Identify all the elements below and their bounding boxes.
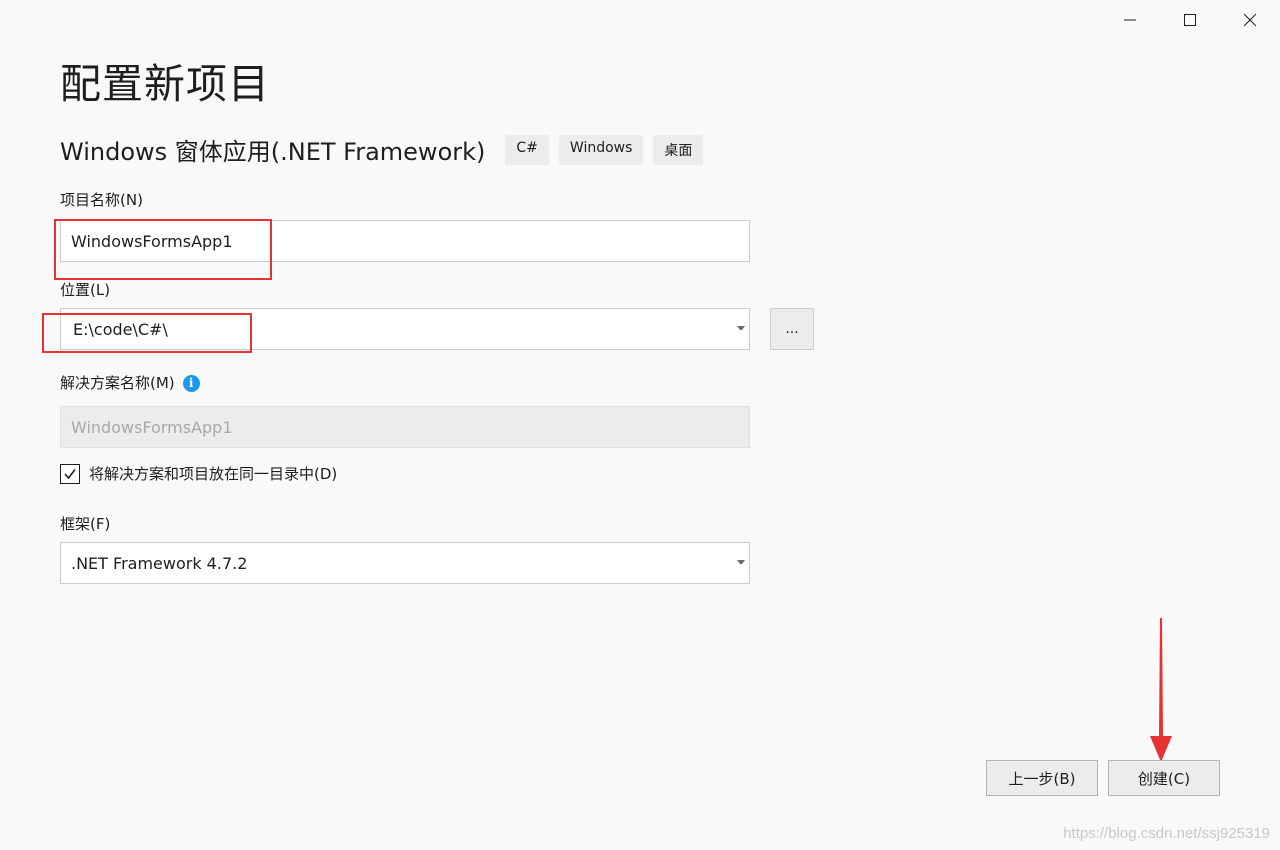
framework-label: 框架(F): [60, 515, 111, 533]
solution-name-field-container: [60, 406, 750, 448]
same-directory-option[interactable]: 将解决方案和项目放在同一目录中(D): [60, 463, 337, 484]
project-name-input[interactable]: [61, 221, 711, 261]
back-button[interactable]: 上一步(B): [986, 760, 1098, 796]
close-icon: [1244, 14, 1256, 26]
same-directory-checkbox[interactable]: [60, 463, 80, 484]
solution-name-label-row: 解决方案名称(M) i: [60, 372, 200, 393]
dropdown-arrow-icon[interactable]: [737, 560, 745, 564]
browse-button[interactable]: ...: [770, 308, 814, 350]
minimize-button[interactable]: [1100, 0, 1160, 40]
create-button[interactable]: 创建(C): [1108, 760, 1220, 796]
watermark: https://blog.csdn.net/ssj925319: [1063, 825, 1270, 842]
framework-combobox[interactable]: [60, 542, 750, 584]
project-name-label: 项目名称(N): [60, 191, 143, 209]
close-button[interactable]: [1220, 0, 1280, 40]
page-title: 配置新项目: [60, 60, 270, 108]
tag-project-type: 桌面: [653, 134, 704, 165]
window-controls: [1100, 0, 1280, 40]
project-name-field-container: [60, 220, 750, 262]
location-input[interactable]: [61, 309, 713, 349]
info-icon[interactable]: i: [182, 375, 200, 392]
framework-select[interactable]: [61, 543, 711, 583]
minimize-icon: [1124, 19, 1136, 21]
tag-language: C#: [505, 134, 549, 165]
template-tags: C# Windows 桌面: [505, 134, 713, 165]
red-arrow-annotation: [1150, 618, 1172, 762]
maximize-button[interactable]: [1160, 0, 1220, 40]
solution-name-label: 解决方案名称(M): [60, 374, 175, 392]
same-directory-label: 将解决方案和项目放在同一目录中(D): [89, 465, 338, 483]
checkmark-icon: [64, 468, 76, 479]
template-header: Windows 窗体应用(.NET Framework) C# Windows …: [60, 132, 713, 167]
dropdown-arrow-icon[interactable]: [737, 326, 745, 330]
template-name: Windows 窗体应用(.NET Framework): [60, 138, 486, 166]
location-label: 位置(L): [60, 281, 111, 299]
maximize-icon: [1184, 14, 1196, 26]
location-combobox[interactable]: [60, 308, 750, 350]
solution-name-input: [61, 407, 711, 447]
tag-platform: Windows: [558, 134, 644, 165]
